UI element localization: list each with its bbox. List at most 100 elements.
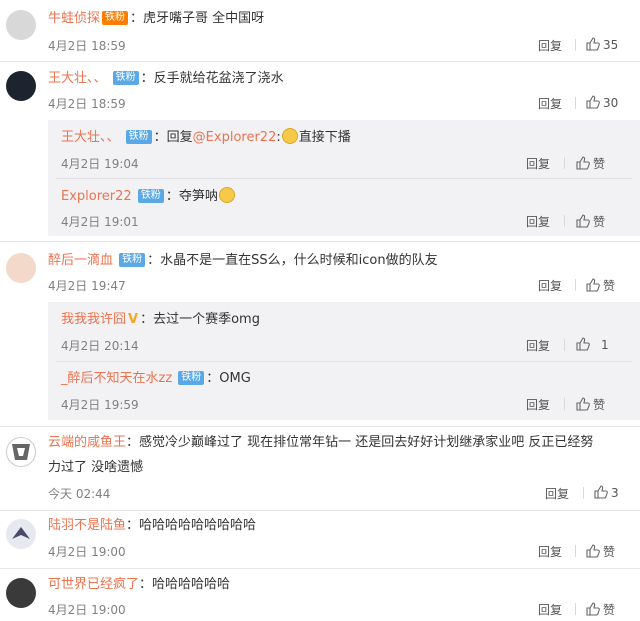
divider	[575, 279, 576, 291]
doge-emoji-icon	[218, 187, 235, 203]
like-button[interactable]: 30	[586, 95, 618, 110]
comment-text: ：虎牙嘴子哥 全中国呀	[130, 11, 265, 26]
reply-time: 4月2日 20:14	[61, 339, 139, 353]
like-button[interactable]: 赞	[576, 213, 605, 230]
like-button[interactable]: 赞	[586, 601, 615, 618]
mention-link[interactable]: @Explorer22	[193, 130, 277, 145]
username-link[interactable]: _醉后不知天在水zz	[61, 371, 172, 386]
thumbs-up-icon	[594, 485, 608, 499]
reply-button[interactable]: 回复	[526, 213, 550, 230]
divider	[0, 241, 640, 242]
reply-button[interactable]: 回复	[526, 396, 550, 413]
thumbs-up-icon	[576, 214, 590, 228]
like-button[interactable]: 赞	[586, 277, 615, 294]
reply-line: 王大壮、、 铁粉 ：回复@Explorer22: 直接下播	[61, 128, 351, 147]
comment-line: 牛蛙侦探 铁粉 ：虎牙嘴子哥 全中国呀	[48, 10, 264, 28]
comment-line: 醉后一滴血 铁粉 ：水晶不是一直在SS么，什么时候和icon做的队友	[48, 252, 438, 270]
divider	[0, 510, 640, 511]
comment-line: 可世界已经疯了：哈哈哈哈哈哈	[48, 576, 230, 594]
avatar[interactable]	[6, 10, 36, 40]
fan-badge: 铁粉	[119, 253, 146, 267]
comment-time: 4月2日 18:59	[48, 97, 126, 111]
fan-badge: 铁粉	[112, 71, 139, 85]
like-button[interactable]: 赞	[576, 155, 605, 172]
divider	[564, 157, 565, 169]
comment-time: 4月2日 19:00	[48, 545, 126, 559]
reply-button[interactable]: 回复	[545, 485, 569, 502]
thumbs-up-icon	[586, 95, 600, 109]
divider	[564, 398, 565, 410]
like-count: 赞	[603, 279, 616, 293]
reply-line: 我我我许囧 V ：去过一个赛季omg	[61, 311, 260, 329]
comment-list: 牛蛙侦探 铁粉 ：虎牙嘴子哥 全中国呀 4月2日 18:59 回复 35 王大壮、、…	[0, 0, 640, 621]
reply-button[interactable]: 回复	[538, 277, 562, 294]
reply-button[interactable]: 回复	[526, 337, 550, 354]
thumbs-up-icon	[576, 397, 590, 411]
like-button[interactable]: 35	[586, 37, 618, 52]
fan-badge: 铁粉	[137, 189, 164, 203]
avatar[interactable]	[6, 71, 36, 101]
divider	[56, 178, 632, 179]
reply-button[interactable]: 回复	[538, 543, 562, 560]
comment-text: 力过了 没啥遗憾	[48, 460, 144, 475]
reply-line: Explorer22 铁粉 ：夺笋呐	[61, 187, 236, 206]
divider	[575, 545, 576, 557]
fan-badge: 铁粉	[125, 130, 152, 144]
like-count: 赞	[603, 603, 616, 617]
username-link[interactable]: 王大壮、、	[48, 71, 107, 86]
like-button[interactable]: 赞	[576, 396, 605, 413]
username-link[interactable]: 可世界已经疯了	[48, 577, 139, 592]
reply-time: 4月2日 19:01	[61, 215, 139, 229]
like-button[interactable]: 3	[594, 485, 619, 500]
reply-button[interactable]: 回复	[526, 155, 550, 172]
comment-text: ：反手就给花盆浇了浇水	[140, 71, 284, 86]
like-button[interactable]: 赞	[586, 543, 615, 560]
username-link[interactable]: Explorer22	[61, 189, 132, 204]
thumbs-up-icon	[586, 37, 600, 51]
comment-line: 力过了 没啥遗憾	[48, 459, 143, 477]
username-link[interactable]: 醉后一滴血	[48, 253, 113, 268]
doge-emoji-icon	[281, 128, 298, 144]
avatar[interactable]	[6, 437, 36, 467]
like-count: 35	[603, 38, 619, 52]
reply-prefix: ：回复	[153, 130, 193, 145]
divider	[564, 215, 565, 227]
thumbs-up-icon	[586, 278, 600, 292]
reply-button[interactable]: 回复	[538, 601, 562, 618]
like-count: 赞	[593, 398, 606, 412]
avatar[interactable]	[6, 519, 36, 549]
reply-text: ：OMG	[206, 371, 251, 386]
divider	[0, 426, 640, 427]
comment-time: 4月2日 19:47	[48, 279, 126, 293]
divider	[575, 39, 576, 51]
fan-badge: 铁粉	[102, 11, 129, 25]
username-link[interactable]: 陆羽不是陆鱼	[48, 518, 126, 533]
avatar[interactable]	[6, 253, 36, 283]
reply-colon: :	[276, 130, 281, 145]
reply-line: _醉后不知天在水zz 铁粉 ：OMG	[61, 370, 251, 388]
divider	[575, 603, 576, 615]
divider	[583, 487, 584, 499]
like-count: 赞	[593, 157, 606, 171]
avatar[interactable]	[6, 578, 36, 608]
comment-text: ：哈哈哈哈哈哈	[139, 577, 231, 592]
comment-text: ：哈哈哈哈哈哈哈哈哈	[126, 518, 257, 533]
divider	[56, 361, 632, 362]
username-link[interactable]: 牛蛙侦探	[48, 11, 100, 26]
reply-time: 4月2日 19:59	[61, 398, 139, 412]
username-link[interactable]: 王大壮、、	[61, 130, 120, 145]
thumbs-up-icon	[576, 337, 590, 351]
username-link[interactable]: 我我我许囧	[61, 312, 126, 327]
username-link[interactable]: 云端的咸鱼王	[48, 435, 126, 450]
like-count: 30	[603, 96, 619, 110]
thumbs-up-icon	[586, 602, 600, 616]
like-button[interactable]: 1	[576, 337, 609, 352]
thumbs-up-icon	[586, 544, 600, 558]
comment-line: 云端的咸鱼王：感觉冷少巅峰过了 现在排位常年钻一 还是回去好好计划继承家业吧 反…	[48, 434, 593, 452]
like-count: 赞	[603, 545, 616, 559]
like-count: 赞	[593, 215, 606, 229]
reply-button[interactable]: 回复	[538, 95, 562, 112]
divider	[575, 97, 576, 109]
like-count: 1	[601, 338, 609, 352]
reply-button[interactable]: 回复	[538, 37, 562, 54]
